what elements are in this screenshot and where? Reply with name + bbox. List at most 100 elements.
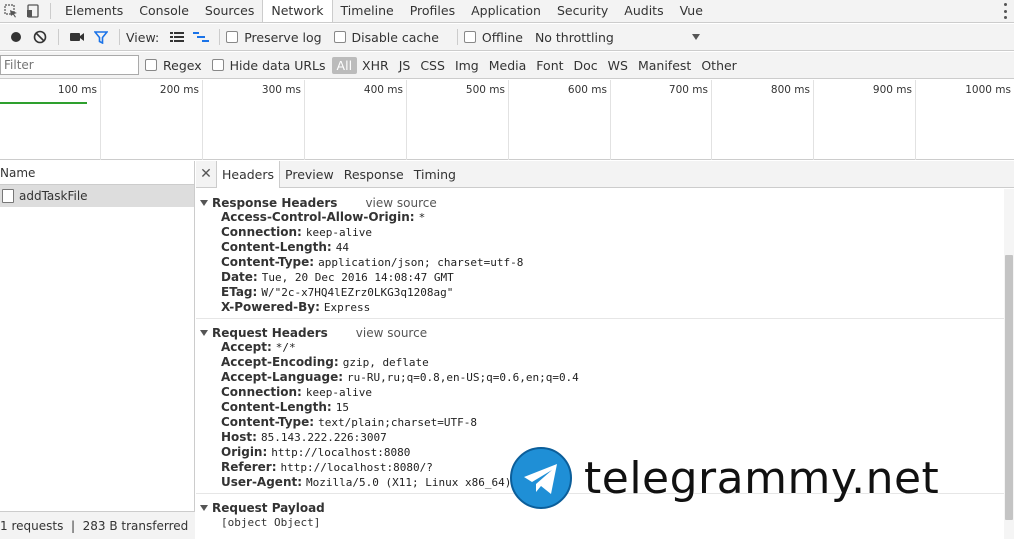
header-row: Content-Type: application/json; charset=u… — [196, 255, 1004, 270]
header-row: Content-Length: 15 — [196, 400, 1004, 415]
close-icon[interactable]: ✕ — [196, 166, 216, 182]
header-row: Content-Type: text/plain;charset=UTF-8 — [196, 415, 1004, 430]
inspect-element-icon[interactable] — [0, 0, 22, 22]
header-value: 15 — [335, 401, 349, 414]
tick-label: 500 ms — [465, 84, 505, 96]
record-icon[interactable] — [4, 25, 28, 49]
tab-console[interactable]: Console — [131, 0, 197, 22]
waterfall-overview-icon[interactable] — [189, 25, 213, 49]
filter-bar: Regex Hide data URLs AllXHRJSCSSImgMedia… — [0, 52, 1014, 79]
type-filter-css[interactable]: CSS — [415, 57, 450, 74]
type-filter-media[interactable]: Media — [484, 57, 532, 74]
view-source-link[interactable]: view source — [356, 326, 427, 340]
type-filter-js[interactable]: JS — [394, 57, 416, 74]
offline-checkbox[interactable]: Offline — [463, 30, 523, 45]
header-row: Accept-Encoding: gzip, deflate — [196, 355, 1004, 370]
main-tabs: Elements Console Sources Network Timeline Pro… — [57, 0, 711, 22]
header-value: http://localhost:8080 — [271, 446, 411, 459]
device-toggle-icon[interactable] — [22, 0, 44, 22]
type-filter-ws[interactable]: WS — [603, 57, 633, 74]
checkbox-box[interactable] — [226, 31, 239, 43]
header-value: keep-alive — [305, 226, 373, 239]
name-column-header[interactable]: Name — [0, 161, 194, 185]
response-headers-section: Response Headers view source Access-Cont… — [196, 189, 1004, 319]
toolbar-divider — [219, 29, 221, 45]
tab-timeline[interactable]: Timeline — [333, 0, 402, 22]
throttling-value: No throttling — [534, 29, 614, 45]
tab-vue[interactable]: Vue — [672, 0, 711, 22]
request-payload-title: Request Payload — [212, 500, 325, 515]
tab-response[interactable]: Response — [339, 161, 409, 188]
tab-headers[interactable]: Headers — [216, 160, 281, 188]
watermark: telegrammy.net — [510, 447, 990, 509]
request-list: Name addTaskFile 1 requests | 283 B tran… — [0, 161, 195, 539]
clear-icon[interactable] — [28, 25, 52, 49]
view-source-link[interactable]: view source — [365, 196, 436, 210]
header-value: gzip, deflate — [342, 356, 429, 369]
tab-application[interactable]: Application — [463, 0, 549, 22]
regex-checkbox[interactable]: Regex — [145, 58, 202, 73]
header-value: keep-alive — [305, 386, 373, 399]
checkbox-box[interactable] — [211, 59, 224, 71]
header-row: ETag: W/"2c-x7HQ4lEZrz0LKG3q1208ag" — [196, 285, 1004, 300]
checkbox-box[interactable] — [145, 59, 157, 71]
type-filter-font[interactable]: Font — [531, 57, 568, 74]
hide-data-urls-checkbox[interactable]: Hide data URLs — [211, 58, 326, 73]
type-filter-manifest[interactable]: Manifest — [633, 57, 696, 74]
toolbar-divider — [119, 29, 120, 45]
tab-audits[interactable]: Audits — [616, 0, 671, 22]
timeline-tick: 700 ms — [611, 80, 712, 160]
toolbar-divider — [50, 3, 51, 19]
tick-label: 400 ms — [363, 84, 403, 96]
header-name: Connection: — [221, 225, 302, 239]
type-filter-xhr[interactable]: XHR — [357, 57, 394, 74]
view-label: View: — [126, 29, 160, 45]
summary-text: 1 requests | 283 B transferred — [0, 519, 189, 533]
type-filter-all[interactable]: All — [331, 56, 358, 74]
type-filter-doc[interactable]: Doc — [569, 57, 603, 74]
throttling-select[interactable]: No throttling — [535, 30, 700, 45]
header-row: Content-Length: 44 — [196, 240, 1004, 255]
scrollbar-thumb[interactable] — [1005, 255, 1013, 520]
header-row: Accept: */* — [196, 340, 1004, 355]
tab-network[interactable]: Network — [262, 0, 333, 22]
header-name: Origin: — [221, 445, 268, 459]
tab-timing[interactable]: Timing — [409, 161, 461, 188]
preserve-log-checkbox[interactable]: Preserve log — [226, 29, 322, 45]
list-item[interactable]: addTaskFile — [0, 185, 194, 207]
large-rows-icon[interactable] — [165, 25, 189, 49]
network-toolbar: View: Preserve log Disable cache Offline… — [0, 24, 1014, 51]
tab-sources[interactable]: Sources — [197, 0, 262, 22]
tab-security[interactable]: Security — [549, 0, 616, 22]
toolbar-divider — [58, 29, 59, 45]
detail-scrollbar[interactable] — [1004, 189, 1014, 539]
checkbox-box[interactable] — [463, 31, 476, 43]
filter-input[interactable] — [0, 55, 139, 75]
filter-icon[interactable] — [89, 25, 113, 49]
triangle-down-icon — [200, 329, 208, 336]
type-filter-img[interactable]: Img — [450, 57, 484, 74]
document-icon — [2, 189, 14, 203]
timeline-tick: 300 ms — [204, 80, 305, 160]
header-value: Tue, 20 Dec 2016 14:08:47 GMT — [261, 271, 454, 284]
tab-preview[interactable]: Preview — [280, 161, 339, 188]
type-filter-other[interactable]: Other — [696, 57, 742, 74]
devtools-tab-bar: Elements Console Sources Network Timeline Pro… — [0, 0, 1014, 23]
timeline-overview[interactable]: 100 ms 200 ms 300 ms 400 ms 500 ms 600 ms 700 … — [0, 80, 1014, 160]
header-value: Express — [323, 301, 371, 314]
header-name: ETag: — [221, 285, 258, 299]
tick-label: 800 ms — [770, 84, 810, 96]
more-options-icon[interactable] — [1004, 3, 1008, 19]
detail-tabs: ✕ Headers Preview Response Timing — [196, 160, 1014, 188]
checkbox-box[interactable] — [333, 31, 346, 43]
tab-elements[interactable]: Elements — [57, 0, 131, 22]
disable-cache-checkbox[interactable]: Disable cache — [333, 30, 439, 45]
capture-screenshots-icon[interactable] — [65, 25, 89, 49]
request-headers-toggle[interactable]: Request Headers view source — [196, 325, 1004, 340]
timeline-tick: 200 ms — [102, 80, 203, 160]
tick-label: 600 ms — [567, 84, 607, 96]
preserve-log-label: Preserve log — [244, 29, 322, 45]
tab-profiles[interactable]: Profiles — [402, 0, 463, 22]
response-headers-toggle[interactable]: Response Headers view source — [196, 195, 1004, 210]
header-value: 44 — [335, 241, 349, 254]
